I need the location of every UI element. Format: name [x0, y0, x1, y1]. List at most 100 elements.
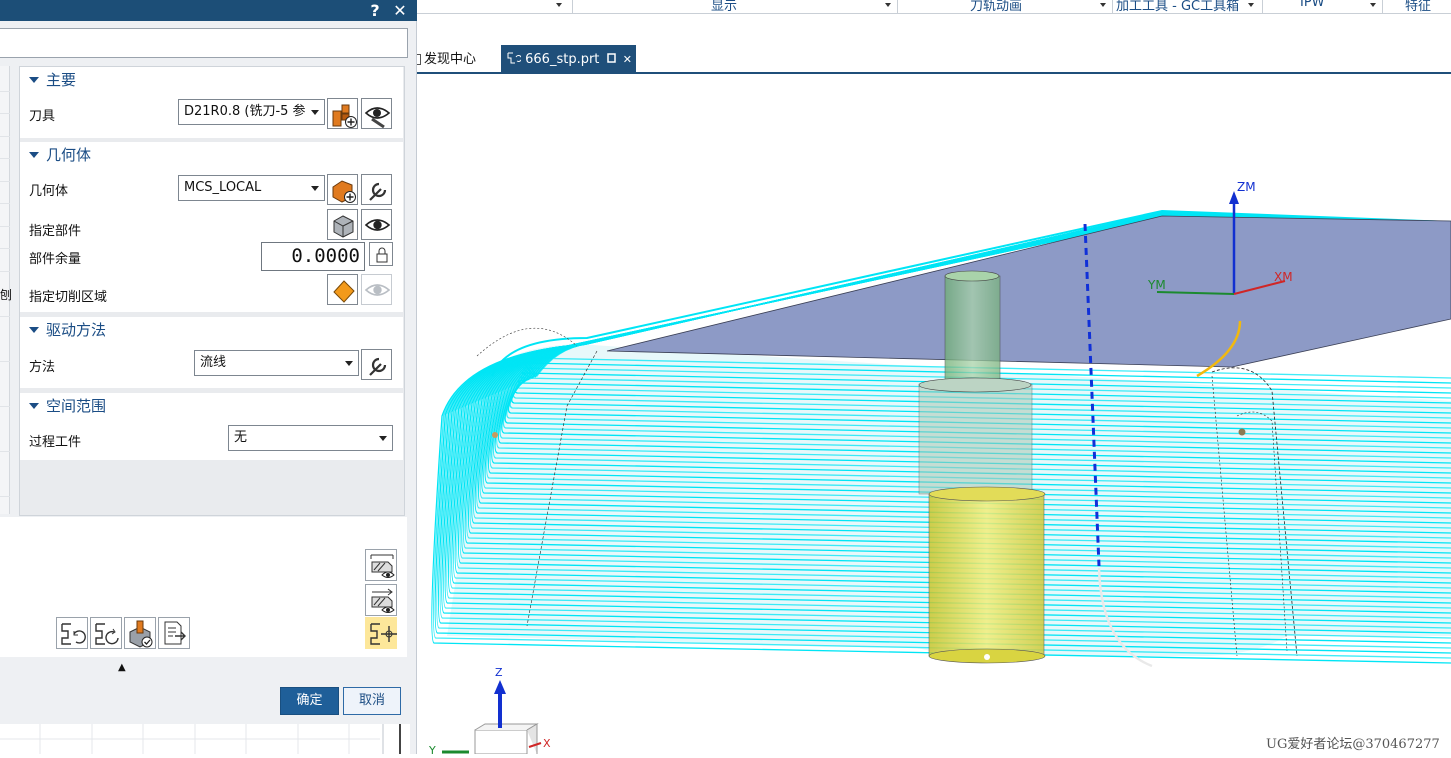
list-icon [164, 621, 186, 645]
part-icon [333, 215, 354, 238]
geometry-label: 几何体 [29, 184, 69, 199]
verify-icon [371, 588, 395, 613]
regenerate-icon [95, 623, 119, 645]
group-geometry-header[interactable]: 几何体 [20, 142, 403, 168]
dialog-titlebar: ? ✕ [0, 0, 417, 21]
group-main: 主要 刀具 D21R0.8 (铣刀-5 参 [20, 67, 403, 138]
actions-area [0, 517, 407, 657]
tool-holder [944, 270, 1001, 389]
show-part-button[interactable] [361, 209, 392, 240]
select-cut-area-button[interactable] [327, 274, 358, 305]
group-space-header[interactable]: 空间范围 [20, 393, 403, 419]
chevron-down-icon [379, 436, 387, 441]
ipw-label: 过程工件 [29, 435, 82, 450]
generate-button[interactable] [56, 617, 88, 649]
toolbar-features[interactable]: 特征 [1405, 0, 1431, 13]
help-button[interactable]: ? [364, 0, 386, 21]
collapse-bar[interactable]: ▲ [0, 660, 407, 678]
chevron-down-icon[interactable] [1370, 3, 1376, 7]
z-label: Z [495, 666, 503, 679]
ym-label: YM [1147, 278, 1166, 292]
operation-dialog: ? ✕ 刨 主要 刀具 D21R0.8 (铣刀-5 参 几何体 几何体 MCS_… [0, 0, 417, 754]
cut-area-icon [333, 280, 355, 303]
edit-geometry-button[interactable] [361, 174, 392, 205]
y-label: Y [428, 744, 436, 754]
operation-name-input[interactable] [0, 28, 408, 58]
new-tool-icon [332, 104, 357, 128]
drive-method-select[interactable]: 流线 [194, 350, 359, 376]
new-tool-button[interactable] [327, 98, 358, 129]
group-main-header[interactable]: 主要 [20, 67, 403, 93]
lock-stock-button[interactable] [369, 242, 393, 266]
collapse-up-icon[interactable]: ▲ [118, 662, 126, 673]
toolbar-toolpath-animation[interactable]: 刀轨动画 [970, 0, 1022, 13]
list-toolpath-button[interactable] [158, 617, 190, 649]
group-space-range: 空间范围 过程工件 无 [20, 393, 403, 460]
display-tool-icon [364, 107, 391, 129]
chevron-down-icon[interactable] [885, 3, 891, 7]
chevron-down-icon [311, 110, 319, 115]
regenerate-button[interactable] [90, 617, 122, 649]
xm-label: XM [1274, 270, 1293, 284]
tool-body [918, 377, 1046, 664]
chevron-down-icon[interactable] [1248, 3, 1254, 7]
eye-icon [364, 219, 391, 231]
3d-model-view: ZM YM XM Z Y X [428, 180, 1451, 757]
toolbar-display[interactable]: 显示 [711, 0, 737, 13]
pin-icon [606, 53, 616, 63]
group-drive-method: 驱动方法 方法 流线 [20, 317, 403, 388]
verify-toolpath-button[interactable] [124, 617, 156, 649]
expand-triangle-icon [29, 152, 39, 158]
tool-select[interactable]: D21R0.8 (铣刀-5 参 [178, 99, 325, 125]
chevron-down-icon[interactable] [556, 3, 562, 7]
method-label: 方法 [29, 360, 56, 375]
toolbar-ipw[interactable]: IPW [1300, 0, 1325, 10]
close-button[interactable]: ✕ [389, 0, 411, 21]
show-cut-area-button[interactable] [361, 274, 392, 305]
x-label: X [543, 737, 551, 750]
new-geometry-icon [332, 180, 356, 203]
expand-triangle-icon [29, 77, 39, 83]
simulate-icon [129, 620, 153, 648]
zm-label: ZM [1237, 180, 1256, 194]
expand-triangle-icon [29, 327, 39, 333]
geometry-select[interactable]: MCS_LOCAL [178, 175, 325, 201]
specify-part-label: 指定部件 [29, 224, 82, 239]
replay-icon [370, 554, 395, 578]
tool-label: 刀具 [29, 109, 56, 124]
edit-tool-button[interactable] [361, 98, 392, 129]
watermark-text: UG爱好者论坛@370467277 [1266, 737, 1440, 752]
chevron-down-icon[interactable] [1100, 3, 1106, 7]
lock-icon [376, 247, 388, 263]
tab-discovery-center[interactable]: 发现中心 [417, 45, 501, 74]
wrench-icon [369, 357, 387, 376]
toolpath-edit-button[interactable] [365, 617, 397, 649]
chevron-down-icon [345, 361, 353, 366]
replay-button[interactable] [365, 549, 397, 581]
generate-toolpath-icon [61, 623, 86, 645]
wrench-icon [369, 182, 387, 201]
chevron-down-icon [311, 186, 319, 191]
toolpath-edit-icon [370, 623, 397, 645]
group-geometry: 几何体 几何体 MCS_LOCAL 指定部件 部件余量 0.0000 指定切削区… [20, 142, 403, 312]
tab-edge-icon [417, 54, 421, 65]
part-stock-input[interactable]: 0.0000 [261, 242, 365, 271]
cancel-button[interactable]: 取消 [343, 687, 401, 715]
ribbon-toolbar: 显示 刀轨动画 加工工具 - GC工具箱 IPW 特征 [417, 0, 1451, 14]
wcs-triad: Z Y X [428, 666, 551, 757]
graphics-viewport[interactable]: ZM YM XM Z Y X [417, 76, 1451, 757]
ok-button[interactable]: 确定 [280, 687, 339, 715]
group-drive-header[interactable]: 驱动方法 [20, 317, 403, 343]
ipw-select[interactable]: 无 [228, 425, 393, 451]
tab-666-stp-prt[interactable]: 666_stp.prt ✕ [501, 45, 636, 74]
verify-button[interactable] [365, 584, 397, 616]
part-stock-label: 部件余量 [29, 252, 82, 267]
toolbar-gc-toolbox[interactable]: 加工工具 - GC工具箱 [1116, 0, 1239, 13]
specify-cut-area-label: 指定切削区域 [29, 290, 108, 305]
new-geometry-button[interactable] [327, 174, 358, 205]
eye-icon [364, 284, 391, 296]
tab-close-icon[interactable]: ✕ [623, 53, 632, 66]
select-part-button[interactable] [327, 209, 358, 240]
document-tabs: 发现中心 666_stp.prt ✕ [417, 45, 1451, 74]
edit-drive-method-button[interactable] [361, 349, 392, 380]
